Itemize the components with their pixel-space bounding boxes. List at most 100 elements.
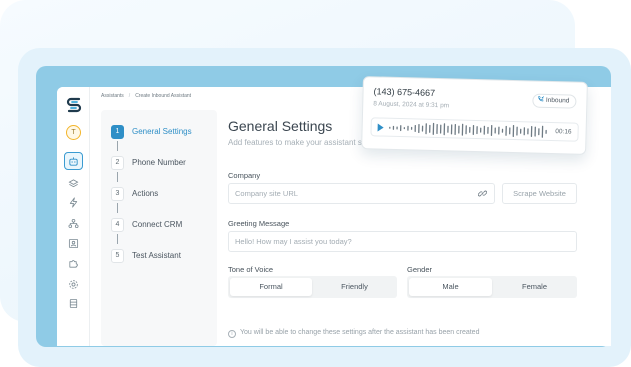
step-connector [117, 172, 118, 182]
waveform-bar [516, 126, 518, 136]
waveform-bar [447, 125, 449, 133]
call-date: 8 August, 2024 at 9:31 pm [373, 100, 450, 110]
waveform-bar [512, 125, 515, 138]
settings-icon[interactable] [68, 279, 79, 290]
settings-note: i You will be able to change these settin… [228, 329, 479, 338]
waveform-bar [545, 129, 547, 134]
database-icon[interactable] [68, 298, 79, 309]
stage: T Assistants / Create Inbound Assistant … [0, 0, 631, 367]
waveform-bar [469, 126, 471, 133]
waveform-bar [414, 124, 416, 132]
waveform-bar [487, 126, 489, 134]
tone-option-friendly[interactable]: Friendly [314, 278, 395, 296]
company-label: Company [228, 171, 261, 180]
page-title: General Settings [228, 118, 333, 134]
tone-option-formal[interactable]: Formal [230, 278, 312, 296]
waveform-bar [443, 123, 446, 136]
breadcrumb-root[interactable]: Assistants [101, 93, 124, 99]
waveform-bar [530, 125, 533, 137]
step-number: 2 [111, 156, 124, 170]
bot-icon[interactable] [64, 152, 83, 170]
waveform-bar [501, 128, 504, 133]
step-number: 3 [111, 187, 124, 201]
org-chart-icon[interactable] [68, 218, 79, 229]
audio-duration: 00:16 [555, 128, 572, 136]
waveform-bar [541, 125, 544, 138]
call-card: (143) 675-4667 8 August, 2024 at 9:31 pm… [361, 76, 588, 155]
waveform-bar [461, 123, 464, 136]
logo-icon [66, 97, 82, 113]
inbound-badge: Inbound [531, 93, 577, 109]
waveform-bar [407, 125, 409, 131]
step-number: 1 [111, 125, 124, 139]
waveform-bar [479, 127, 482, 133]
step-label: Connect CRM [132, 220, 183, 229]
waveform-bar [534, 126, 536, 137]
waveform-bar [389, 126, 391, 129]
company-url-placeholder: Company site URL [235, 189, 298, 198]
waveform-bar [429, 124, 431, 133]
breadcrumb-current: Create Inbound Assistant [135, 93, 192, 99]
waveform-bar [498, 126, 500, 135]
gender-label: Gender [407, 265, 433, 274]
step-label: Actions [132, 189, 159, 198]
waveform-bar [494, 127, 496, 134]
step-connector [117, 203, 118, 213]
waveform-bar [509, 127, 511, 135]
gender-option-female[interactable]: Female [494, 278, 575, 296]
step-label: General Settings [132, 127, 192, 136]
waveform-bar [505, 125, 507, 136]
waveform-bar [519, 128, 522, 134]
step-label: Test Assistant [132, 251, 181, 260]
tone-selector: Formal Friendly [228, 276, 397, 298]
greeting-placeholder: Hello! How may I assist you today? [235, 237, 352, 246]
info-icon: i [228, 330, 236, 338]
call-phone-number: (143) 675-4667 [373, 86, 436, 98]
layers-icon[interactable] [68, 178, 79, 189]
company-url-input[interactable]: Company site URL [228, 183, 495, 204]
bolt-icon[interactable] [68, 197, 79, 208]
play-icon[interactable] [377, 123, 384, 132]
waveform-bar [472, 124, 475, 135]
waveform-bar [425, 123, 427, 135]
audio-player: 00:16 [370, 117, 579, 142]
audio-waveform[interactable] [388, 121, 548, 139]
gender-selector: Male Female [407, 276, 577, 298]
waveform-bar [490, 124, 493, 136]
waveform-bar [396, 126, 398, 130]
waveform-bar [454, 124, 457, 135]
greeting-label: Greeting Message [228, 219, 290, 228]
waveform-bar [418, 124, 420, 134]
step-label: Phone Number [132, 158, 186, 167]
phone-incoming-icon [537, 96, 544, 102]
gender-option-male[interactable]: Male [409, 278, 492, 296]
waveform-bar [436, 124, 438, 135]
scrape-website-button[interactable]: Scrape Website [502, 183, 577, 204]
greeting-message-input[interactable]: Hello! How may I assist you today? [228, 231, 577, 252]
avatar[interactable]: T [66, 125, 81, 140]
waveform-bar [403, 127, 406, 130]
breadcrumb: Assistants / Create Inbound Assistant [101, 93, 191, 99]
waveform-bar [527, 128, 529, 135]
waveform-bar [450, 124, 453, 135]
nav-rail: T [57, 87, 90, 346]
waveform-bar [483, 125, 486, 135]
waveform-bar [432, 122, 435, 135]
step-connector [117, 141, 118, 151]
puzzle-icon[interactable] [68, 258, 79, 269]
link-icon [478, 190, 487, 197]
waveform-bar [410, 126, 413, 130]
waveform-bar [476, 126, 478, 135]
breadcrumb-separator: / [128, 93, 131, 99]
contact-card-icon[interactable] [68, 238, 79, 249]
waveform-bar [538, 128, 540, 136]
waveform-bar [392, 125, 395, 130]
inbound-label: Inbound [545, 96, 570, 105]
waveform-bar [399, 125, 402, 132]
waveform-bar [465, 125, 467, 135]
tone-label: Tone of Voice [228, 265, 274, 274]
step-connector [117, 234, 118, 244]
waveform-bar [421, 125, 424, 132]
wizard-steps: 1 General Settings 2 Phone Number 3 Acti… [101, 110, 217, 346]
step-number: 5 [111, 249, 124, 263]
